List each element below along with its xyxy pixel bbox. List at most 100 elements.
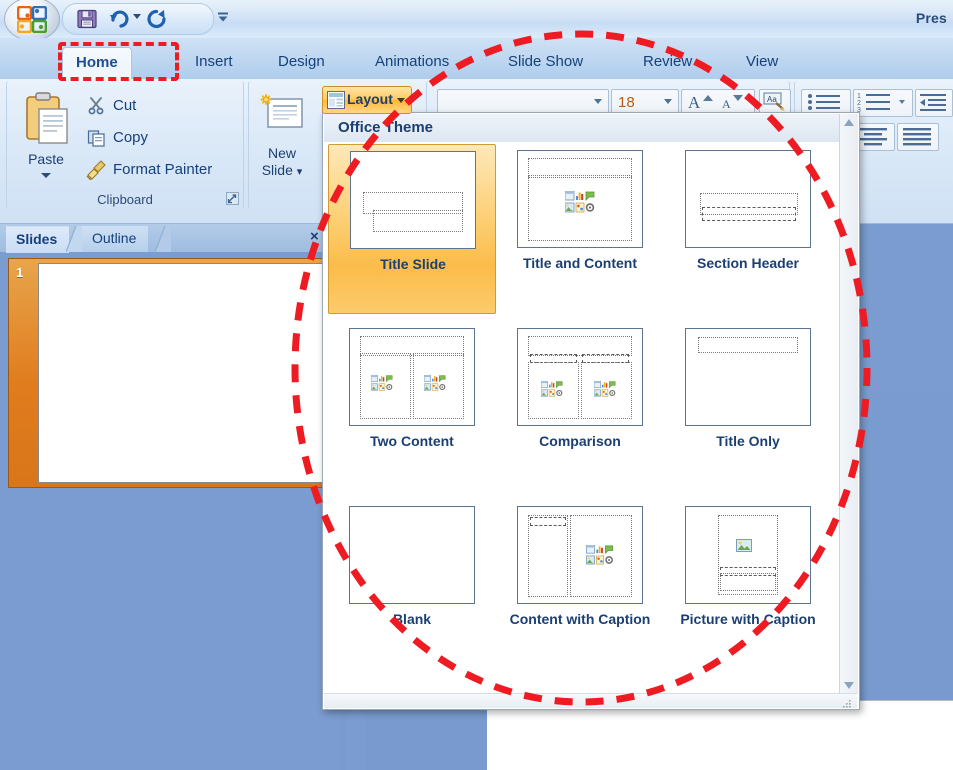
new-slide-label: New Slide ▾	[261, 145, 303, 178]
format-painter-button[interactable]: Format Painter	[85, 157, 212, 183]
clipboard-group: Paste Cut Copy Format Painter Clipboard	[6, 81, 244, 209]
numbering-icon[interactable]: 1 2 3	[853, 89, 913, 117]
copy-button[interactable]: Copy	[85, 125, 148, 151]
layout-thumb-comparison	[517, 328, 643, 426]
office-orb-button[interactable]	[4, 0, 60, 41]
svg-text:Aa: Aa	[767, 95, 777, 104]
layout-label-title-only: Title Only	[716, 433, 780, 449]
undo-dropdown-caret[interactable]	[133, 14, 141, 19]
content-placeholder-icon	[370, 374, 393, 391]
font-name-caret[interactable]	[594, 99, 602, 104]
slide-number: 1	[16, 265, 24, 280]
tab-slide-show[interactable]: Slide Show	[495, 47, 596, 80]
layout-item-section-header[interactable]: Section Header	[664, 144, 832, 314]
layout-label-title-slide: Title Slide	[380, 256, 446, 272]
paste-button[interactable]: Paste	[15, 89, 77, 189]
window-title: Pres	[915, 10, 947, 26]
layout-label-comparison: Comparison	[539, 433, 621, 449]
quick-access-toolbar	[62, 3, 214, 35]
save-icon[interactable]	[75, 7, 99, 31]
slide-editor-area[interactable]	[487, 700, 953, 770]
layout-label-section-header: Section Header	[697, 255, 799, 271]
layout-thumb-title-only	[685, 328, 811, 426]
cut-button[interactable]: Cut	[85, 93, 136, 119]
new-slide-button[interactable]: New Slide ▾	[251, 89, 313, 197]
slide-editor-gutter	[345, 700, 365, 770]
layout-thumb-content-with-caption	[517, 506, 643, 604]
decrease-indent-icon[interactable]	[915, 89, 953, 117]
new-slide-line2: Slide	[261, 162, 293, 178]
placeholder-caption	[528, 515, 568, 597]
scroll-down-arrow-icon[interactable]	[840, 676, 858, 694]
tab-review[interactable]: Review	[630, 47, 705, 80]
layout-item-title-only[interactable]: Title Only	[664, 322, 832, 492]
layout-thumb-title-and-content	[517, 150, 643, 248]
svg-text:1: 1	[857, 93, 861, 100]
layout-button-label: Layout	[347, 91, 393, 107]
customize-qat-icon[interactable]	[215, 9, 231, 25]
placeholder-title	[698, 337, 798, 353]
gallery-header: Office Theme	[324, 114, 840, 143]
copy-icon	[87, 128, 107, 157]
tab-design[interactable]: Design	[265, 47, 338, 80]
placeholder-caption-title	[530, 517, 566, 526]
scissors-icon	[87, 96, 107, 125]
layout-item-two-content[interactable]: Two Content	[328, 322, 496, 492]
scroll-up-arrow-icon[interactable]	[840, 114, 858, 132]
placeholder-text	[702, 207, 796, 221]
office-orb-icon	[16, 5, 48, 34]
content-placeholder-icon	[585, 544, 614, 565]
cut-label: Cut	[113, 97, 137, 114]
layout-label-blank: Blank	[392, 611, 432, 627]
resize-grip-icon[interactable]	[843, 696, 853, 708]
content-placeholder-icon	[564, 190, 595, 213]
layout-item-content-with-caption[interactable]: Content with Caption	[496, 500, 664, 670]
layout-icon	[327, 91, 345, 114]
layout-item-title-and-content[interactable]: Title and Content	[496, 144, 664, 314]
paste-dropdown-caret[interactable]	[41, 173, 51, 178]
svg-text:2: 2	[857, 100, 861, 107]
layout-item-picture-with-caption[interactable]: Picture with Caption	[664, 500, 832, 670]
close-pane-button[interactable]: ×	[310, 228, 319, 245]
tab-home[interactable]: Home	[62, 47, 132, 81]
font-size-caret[interactable]	[664, 99, 672, 104]
paste-label: Paste	[28, 151, 64, 167]
new-slide-line1: New	[267, 145, 296, 161]
font-size-value: 18	[618, 94, 635, 111]
layout-thumb-blank	[349, 506, 475, 604]
powerpoint-window: Pres Home Insert Design Animations Slide…	[0, 0, 953, 770]
pane-tab-slides[interactable]: Slides	[6, 226, 70, 253]
slide-thumbnail-item[interactable]: 1	[8, 258, 328, 488]
layout-thumb-picture-with-caption	[685, 506, 811, 604]
placeholder-subtitle	[373, 210, 463, 232]
layout-label-title-and-content: Title and Content	[522, 255, 638, 271]
gallery-body: Title Slide Title and Content Section He…	[324, 142, 840, 694]
dialog-launcher-icon[interactable]	[226, 192, 239, 205]
layout-thumb-title-slide	[350, 151, 476, 249]
svg-text:A: A	[722, 97, 731, 111]
placeholder-caption-text	[720, 573, 776, 591]
undo-icon[interactable]	[107, 7, 131, 31]
layout-label-picture-with-caption: Picture with Caption	[680, 611, 816, 627]
layout-item-blank[interactable]: Blank	[328, 500, 496, 670]
gallery-footer	[324, 693, 857, 708]
layout-item-title-slide[interactable]: Title Slide	[328, 144, 496, 314]
layout-item-comparison[interactable]: Comparison	[496, 322, 664, 492]
redo-icon[interactable]	[145, 7, 169, 31]
gallery-scrollbar[interactable]	[839, 114, 858, 694]
slide-thumbnail-preview	[38, 263, 324, 483]
slides-group: New Slide ▾	[248, 81, 311, 209]
tab-view[interactable]: View	[733, 47, 791, 80]
clipboard-group-label: Clipboard	[97, 192, 153, 207]
tab-insert[interactable]: Insert	[182, 47, 246, 80]
svg-text:A: A	[688, 93, 701, 112]
justify-icon[interactable]	[897, 123, 939, 151]
layout-button[interactable]: Layout	[322, 86, 412, 114]
pane-tab-outline[interactable]: Outline	[82, 226, 149, 252]
layout-label-two-content: Two Content	[370, 433, 454, 449]
tab-animations[interactable]: Animations	[362, 47, 462, 80]
layout-thumb-section-header	[685, 150, 811, 248]
layout-dropdown-caret[interactable]	[397, 98, 405, 103]
copy-label: Copy	[113, 129, 149, 146]
ribbon-tab-strip: Home Insert Design Animations Slide Show…	[0, 38, 953, 81]
